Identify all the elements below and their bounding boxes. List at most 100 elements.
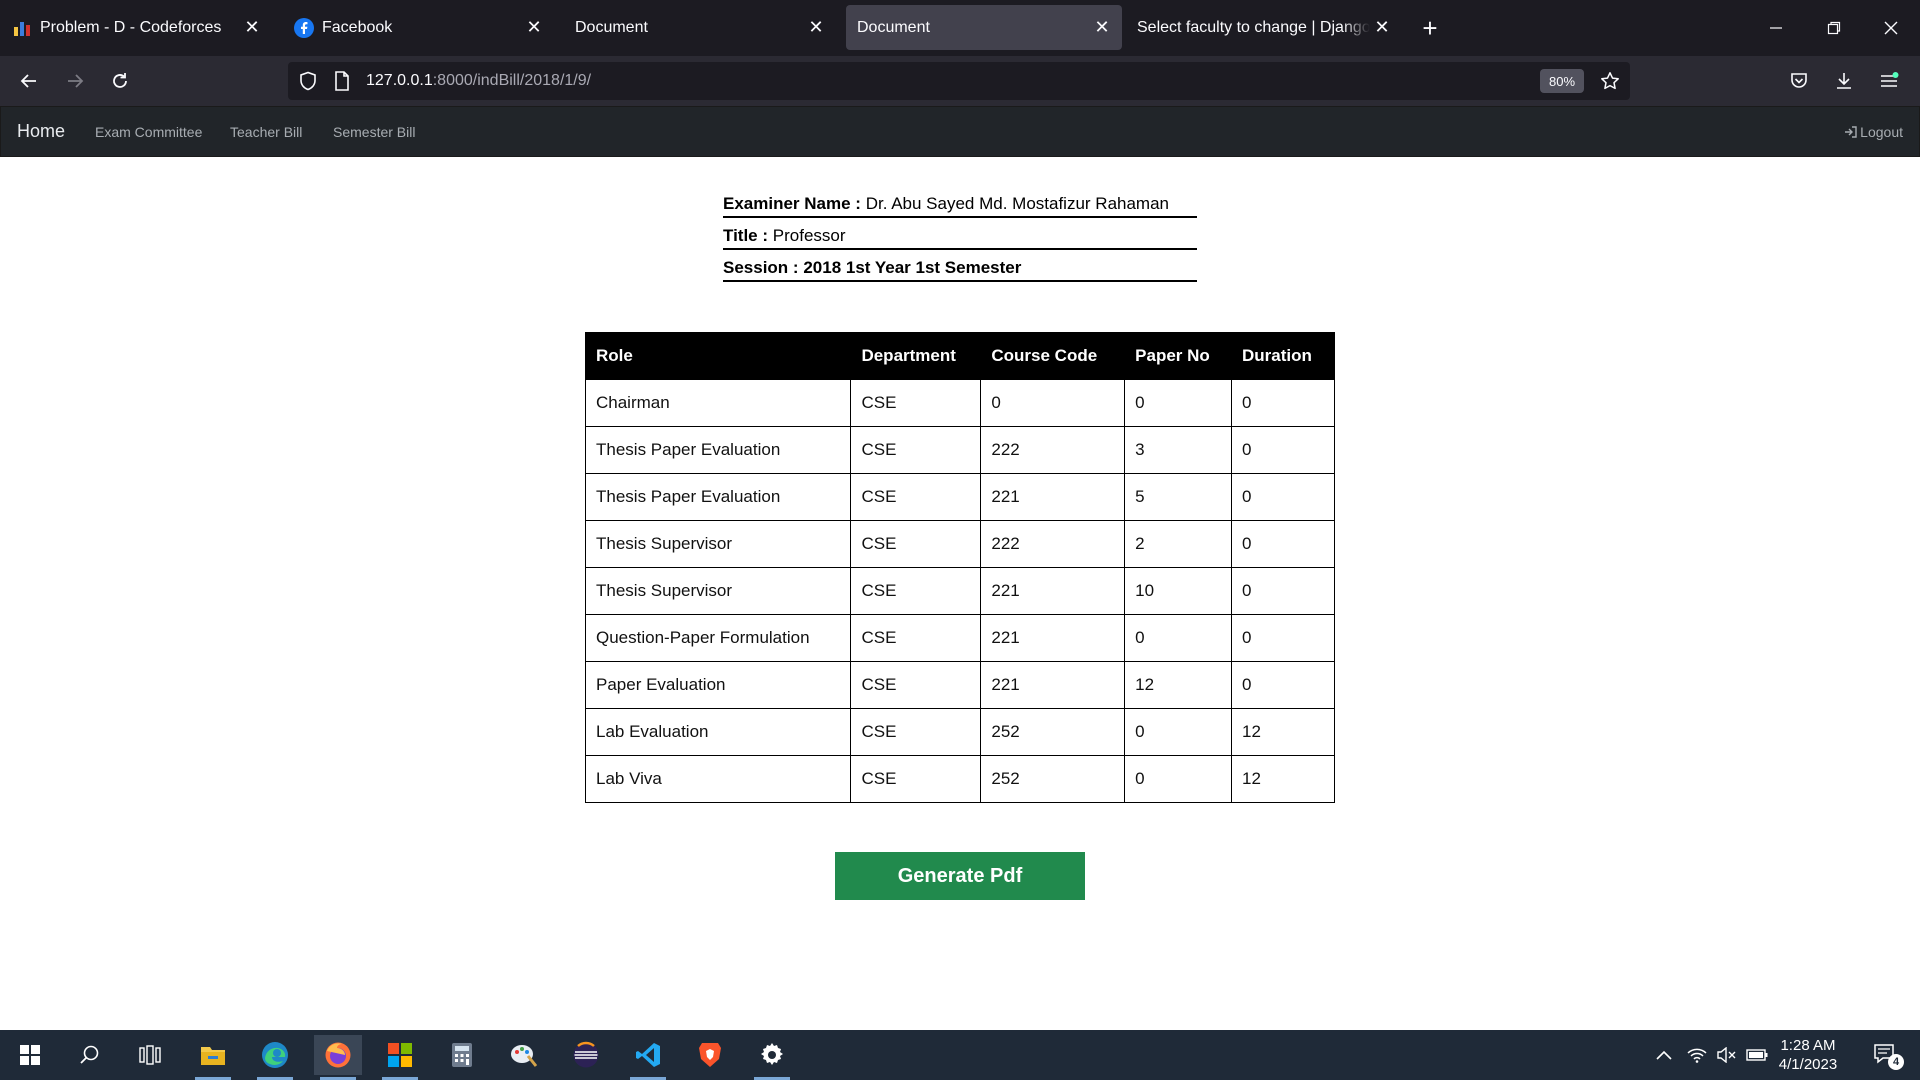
cell-duration: 0 bbox=[1231, 379, 1335, 427]
tab-close-icon[interactable]: ✕ bbox=[522, 16, 546, 40]
title-row: Title : Professor bbox=[723, 218, 1197, 250]
table-row: Paper Evaluation CSE 221 12 0 bbox=[584, 661, 1335, 709]
eclipse-icon[interactable] bbox=[562, 1035, 610, 1075]
tab-close-icon[interactable]: ✕ bbox=[1370, 16, 1394, 40]
search-icon[interactable] bbox=[66, 1035, 114, 1075]
tab-title: Document bbox=[575, 18, 648, 36]
tab-django-admin[interactable]: Select faculty to change | Django si ✕ bbox=[1126, 5, 1402, 50]
cell-role: Thesis Supervisor bbox=[584, 520, 852, 568]
task-view-icon[interactable] bbox=[126, 1035, 174, 1075]
generate-pdf-button[interactable]: Generate Pdf bbox=[835, 852, 1085, 900]
tab-title: Facebook bbox=[322, 18, 393, 36]
edge-browser-icon[interactable] bbox=[251, 1035, 299, 1080]
examiner-name-label: Examiner Name : bbox=[723, 194, 861, 213]
windows-taskbar: 1:28 AM 4/1/2023 4 bbox=[0, 1030, 1920, 1080]
new-tab-plus-icon[interactable]: + bbox=[1416, 13, 1444, 43]
tab-close-icon[interactable]: ✕ bbox=[804, 16, 828, 40]
teacher-bill-link[interactable]: Teacher Bill bbox=[230, 124, 302, 140]
download-icon[interactable] bbox=[1827, 64, 1861, 98]
tab-title: Document bbox=[857, 18, 930, 36]
bookmark-star-icon[interactable] bbox=[1600, 71, 1620, 91]
cell-role: Thesis Paper Evaluation bbox=[584, 426, 852, 474]
page-icon[interactable] bbox=[332, 71, 352, 91]
cell-department: CSE bbox=[850, 614, 982, 662]
cell-duration: 0 bbox=[1231, 567, 1335, 615]
cell-duration: 0 bbox=[1231, 614, 1335, 662]
tab-document-1[interactable]: Document ✕ bbox=[564, 5, 836, 50]
cell-department: CSE bbox=[850, 379, 982, 427]
cell-course-code: 222 bbox=[980, 520, 1126, 568]
examiner-name-value: Dr. Abu Sayed Md. Mostafizur Rahaman bbox=[865, 194, 1169, 213]
tab-facebook[interactable]: Facebook ✕ bbox=[282, 5, 554, 50]
firefox-icon[interactable] bbox=[314, 1035, 362, 1080]
cell-duration: 0 bbox=[1231, 473, 1335, 521]
wifi-icon[interactable] bbox=[1684, 1030, 1710, 1080]
cell-course-code: 221 bbox=[980, 614, 1126, 662]
session-label: Session : bbox=[723, 258, 799, 277]
forward-arrow-icon[interactable] bbox=[58, 64, 92, 98]
restore-icon[interactable] bbox=[1816, 10, 1852, 46]
minimize-icon[interactable] bbox=[1758, 10, 1794, 46]
url-text[interactable]: 127.0.0.1:8000/indBill/2018/1/9/ bbox=[366, 72, 591, 90]
settings-gear-icon[interactable] bbox=[748, 1035, 796, 1080]
semester-bill-link[interactable]: Semester Bill bbox=[333, 124, 415, 140]
tab-codeforces[interactable]: Problem - D - Codeforces ✕ bbox=[0, 5, 272, 50]
notification-center-icon[interactable]: 4 bbox=[1866, 1030, 1906, 1080]
cell-paper-no: 0 bbox=[1124, 379, 1233, 427]
cell-role: Thesis Supervisor bbox=[584, 567, 852, 615]
back-arrow-icon[interactable] bbox=[12, 64, 46, 98]
shield-icon[interactable] bbox=[298, 71, 318, 91]
site-navbar: Home Exam Committee Teacher Bill Semeste… bbox=[0, 106, 1920, 157]
file-explorer-icon[interactable] bbox=[189, 1035, 237, 1080]
cell-department: CSE bbox=[850, 473, 982, 521]
volume-muted-icon[interactable] bbox=[1714, 1030, 1740, 1080]
pocket-icon[interactable] bbox=[1782, 64, 1816, 98]
ms-store-icon[interactable] bbox=[376, 1035, 424, 1080]
tab-close-icon[interactable]: ✕ bbox=[240, 16, 264, 40]
table-row: Thesis Paper Evaluation CSE 222 3 0 bbox=[584, 426, 1335, 474]
logout-link[interactable]: Logout bbox=[1844, 124, 1903, 140]
close-window-icon[interactable] bbox=[1873, 10, 1909, 46]
tab-document-2[interactable]: Document ✕ bbox=[846, 5, 1122, 50]
table-row: Thesis Paper Evaluation CSE 221 5 0 bbox=[584, 473, 1335, 521]
cell-course-code: 222 bbox=[980, 426, 1126, 474]
calculator-icon[interactable] bbox=[438, 1035, 486, 1075]
cell-role: Paper Evaluation bbox=[584, 661, 852, 709]
table-row: Lab Viva CSE 252 0 12 bbox=[584, 755, 1335, 803]
cell-duration: 0 bbox=[1231, 426, 1335, 474]
reload-icon[interactable] bbox=[103, 64, 137, 98]
cell-course-code: 221 bbox=[980, 567, 1126, 615]
cell-paper-no: 12 bbox=[1124, 661, 1233, 709]
cell-department: CSE bbox=[850, 708, 982, 756]
clock-date: 4/1/2023 bbox=[1778, 1056, 1838, 1073]
tab-title: Problem - D - Codeforces bbox=[40, 18, 222, 36]
bill-table: Role Department Course Code Paper No Dur… bbox=[584, 332, 1335, 803]
column-header-course-code: Course Code bbox=[980, 332, 1126, 380]
column-header-paper-no: Paper No bbox=[1124, 332, 1233, 380]
brave-icon[interactable] bbox=[686, 1035, 734, 1075]
home-link[interactable]: Home bbox=[17, 121, 65, 142]
cell-role: Chairman bbox=[584, 379, 852, 427]
vscode-icon[interactable] bbox=[624, 1035, 672, 1080]
tray-chevron-up-icon[interactable] bbox=[1652, 1030, 1676, 1080]
column-header-duration: Duration bbox=[1231, 332, 1335, 380]
title-label: Title : bbox=[723, 226, 769, 245]
cell-department: CSE bbox=[850, 661, 982, 709]
cell-paper-no: 0 bbox=[1124, 755, 1233, 803]
zoom-level-badge[interactable]: 80% bbox=[1540, 69, 1584, 93]
cell-duration: 12 bbox=[1231, 755, 1335, 803]
taskbar-clock[interactable]: 1:28 AM 4/1/2023 bbox=[1760, 1036, 1856, 1074]
table-row: Thesis Supervisor CSE 222 2 0 bbox=[584, 520, 1335, 568]
browser-toolbar: 127.0.0.1:8000/indBill/2018/1/9/ 80% bbox=[0, 56, 1920, 106]
cell-duration: 0 bbox=[1231, 520, 1335, 568]
logout-icon bbox=[1844, 125, 1858, 139]
paint-icon[interactable] bbox=[500, 1035, 548, 1075]
exam-committee-link[interactable]: Exam Committee bbox=[95, 124, 202, 140]
cell-paper-no: 3 bbox=[1124, 426, 1233, 474]
windows-start-icon[interactable] bbox=[6, 1035, 54, 1075]
cell-paper-no: 0 bbox=[1124, 708, 1233, 756]
tab-close-icon[interactable]: ✕ bbox=[1090, 16, 1114, 40]
url-bar[interactable]: 127.0.0.1:8000/indBill/2018/1/9/ 80% bbox=[288, 62, 1630, 100]
app-menu-icon[interactable] bbox=[1872, 64, 1906, 98]
table-row: Question-Paper Formulation CSE 221 0 0 bbox=[584, 614, 1335, 662]
